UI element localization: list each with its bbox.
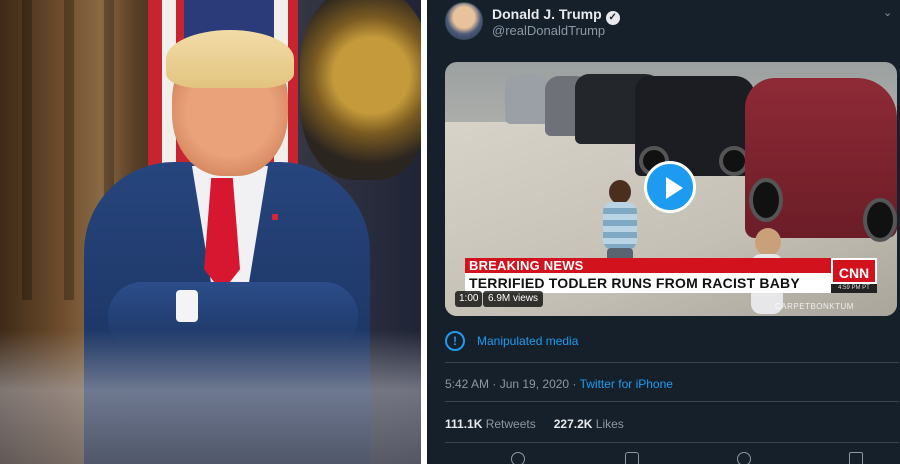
- retweet-icon[interactable]: [625, 452, 639, 464]
- verified-check-icon: ✓: [605, 11, 620, 25]
- play-icon[interactable]: [644, 161, 696, 213]
- retweets-count: 111.1K: [445, 417, 483, 431]
- likes-label: Likes: [595, 417, 624, 431]
- hair: [166, 30, 294, 88]
- divider: [445, 442, 899, 443]
- avatar[interactable]: [445, 2, 483, 40]
- manipulated-media-text: Manipulated media: [477, 334, 579, 348]
- shirt-cuff: [176, 290, 198, 322]
- tweet-stats: 111.1K Retweets 227.2K Likes: [445, 417, 624, 431]
- tweet-card: Donald J. Trump ✓ @realDonaldTrump ⌄ BREA…: [427, 0, 900, 464]
- retweets-label: Retweets: [485, 417, 536, 431]
- manipulated-media-label[interactable]: ! Manipulated media: [445, 330, 578, 352]
- tweet-meta: 5:42 AM · Jun 19, 2020 · Twitter for iPh…: [445, 377, 673, 391]
- parked-red-car: [745, 78, 897, 242]
- lapel-pin: [272, 214, 278, 220]
- curtain-fold: [22, 0, 32, 300]
- tweet-source[interactable]: Twitter for iPhone: [580, 377, 673, 391]
- likes-count: 227.2K: [553, 417, 593, 431]
- divider: [445, 401, 899, 402]
- breaking-news-banner: BREAKING NEWS: [465, 258, 831, 273]
- author-name-text: Donald J. Trump: [492, 6, 602, 22]
- table-reflection: [0, 330, 421, 464]
- news-lower-third: BREAKING NEWS TERRIFIED TODLER RUNS FROM…: [465, 258, 877, 294]
- info-icon: !: [445, 331, 465, 351]
- like-icon[interactable]: [737, 452, 751, 464]
- parked-car: [635, 76, 755, 176]
- share-icon[interactable]: [849, 452, 863, 464]
- likes-stat[interactable]: 227.2K Likes: [554, 417, 624, 431]
- president-photo: [0, 0, 421, 464]
- news-headline: TERRIFIED TODLER RUNS FROM RACIST BABY: [465, 273, 831, 293]
- video-views: 6.9M views: [483, 291, 544, 307]
- video-watermark: CARPETBONKTUM: [775, 302, 854, 311]
- divider: [445, 362, 899, 363]
- network-logo: CNN: [831, 258, 877, 284]
- chevron-down-icon[interactable]: ⌄: [883, 6, 892, 19]
- retweets-stat[interactable]: 111.1K Retweets: [445, 417, 536, 431]
- meta-separator: ·: [489, 377, 500, 391]
- video-duration: 1:00: [455, 291, 483, 307]
- reply-icon[interactable]: [511, 452, 525, 464]
- presidential-seal-flag: [300, 0, 421, 180]
- network-time: 4:59 PM PT: [831, 284, 877, 293]
- tweet-date[interactable]: Jun 19, 2020: [500, 377, 569, 391]
- video-player[interactable]: BREAKING NEWS TERRIFIED TODLER RUNS FROM…: [445, 62, 897, 316]
- tweet-time[interactable]: 5:42 AM: [445, 377, 489, 391]
- tweet-actions: [445, 452, 899, 464]
- curtain-fold: [64, 0, 74, 300]
- meta-separator: ·: [569, 377, 580, 391]
- author-handle[interactable]: @realDonaldTrump: [492, 23, 605, 38]
